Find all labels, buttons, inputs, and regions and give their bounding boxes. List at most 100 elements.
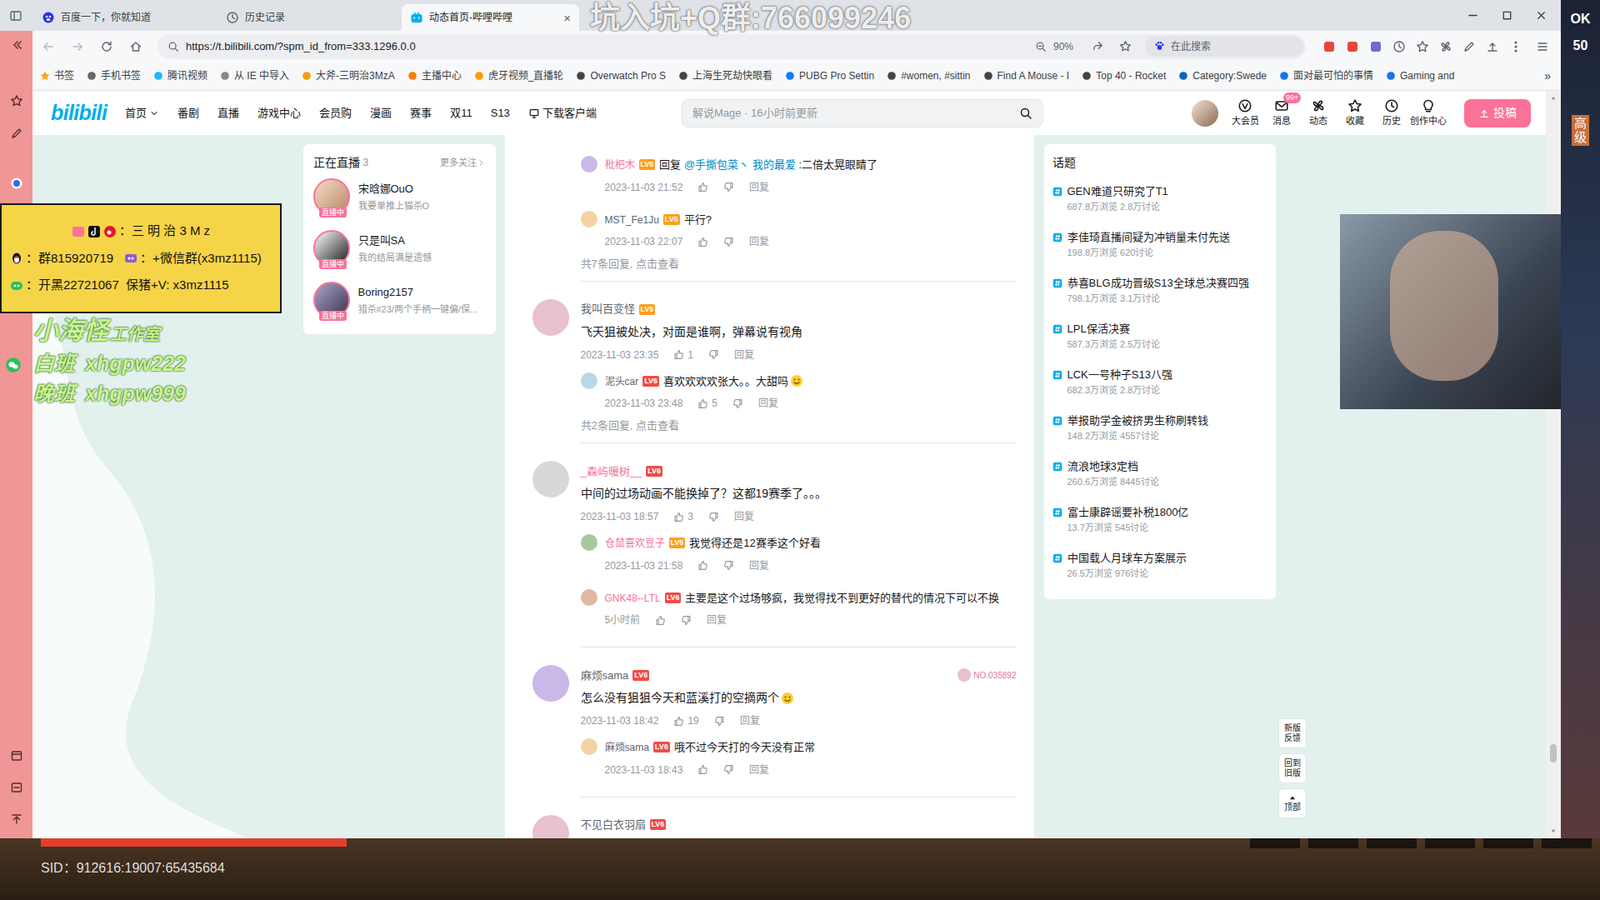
bookmark[interactable]: 从 IE 中导入 (219, 68, 290, 84)
live-item[interactable]: 直播中宋晗娜OuO我要单推上猫杀O (313, 170, 486, 223)
view-more-replies[interactable]: 共7条回复, 点击查看 (580, 254, 1017, 275)
reply-button[interactable]: 回复 (734, 509, 755, 525)
user-name[interactable]: 不见白衣羽扇 (580, 816, 646, 834)
like-button[interactable]: 5 (697, 395, 718, 411)
nav-item[interactable]: 首页 (125, 105, 160, 122)
reply-avatar[interactable] (580, 372, 598, 390)
pin-top-icon[interactable] (10, 812, 24, 826)
reply-button[interactable]: 回复 (749, 180, 770, 195)
user-avatar[interactable] (1190, 98, 1220, 129)
nav-label[interactable]: 直播 (217, 105, 240, 122)
streamer-name[interactable]: Boring2157 (358, 284, 479, 301)
nav-label[interactable]: 会员购 (319, 105, 352, 122)
bookmark[interactable]: 大斧-三明治3MzA (300, 68, 395, 84)
header-icon-button[interactable]: 大会员 (1226, 98, 1264, 129)
bookmark-label[interactable]: PUBG Pro Settin (799, 68, 875, 84)
bookmark-label[interactable]: 面对最可怕的事情 (1293, 68, 1374, 84)
bookmark[interactable]: PUBG Pro Settin (784, 68, 875, 84)
bookmark-star-icon[interactable] (1119, 40, 1132, 53)
bookmark[interactable]: #women, #sittin (885, 68, 970, 84)
live-item[interactable]: 直播中只是叫SA我的结局满是遗憾 (313, 222, 486, 275)
search-input[interactable] (692, 105, 1013, 122)
comment-avatar[interactable] (532, 460, 570, 498)
scrollbar[interactable] (1545, 90, 1561, 839)
bookmark[interactable]: Category:Swede (1177, 68, 1267, 84)
more-bookmarks[interactable]: » (1544, 67, 1551, 85)
search-icon[interactable] (1019, 106, 1033, 120)
bookmark-label[interactable]: 大斧-三明治3MzA (315, 68, 395, 84)
bookmark[interactable]: 腾讯视频 (152, 68, 208, 84)
chevron-right-icon[interactable] (476, 158, 486, 168)
reply-button[interactable]: 回复 (706, 612, 727, 628)
bookmark-label[interactable]: 主播中心 (421, 68, 462, 84)
like-button[interactable]: 3 (673, 509, 694, 525)
bili-logo[interactable]: bilibili (50, 102, 107, 124)
nav-label[interactable]: 下载客户端 (542, 105, 597, 122)
bookmark[interactable]: Find A Mouse - I (982, 68, 1070, 84)
sidebar-toggle-icon[interactable] (5, 1, 27, 30)
comment-avatar[interactable] (532, 299, 570, 336)
collapse-icon[interactable] (10, 38, 24, 52)
url-field[interactable]: https://t.bilibili.com/?spm_id_from=333.… (157, 34, 1306, 60)
topic-title[interactable]: 流浪地球3定档 (1067, 458, 1139, 475)
bookmark[interactable]: 手机书签 (85, 68, 141, 84)
bookmark[interactable]: Overwatch Pro S (575, 68, 666, 84)
thumb-down-icon[interactable] (680, 615, 692, 626)
bookmark[interactable]: 书签 (39, 68, 75, 84)
thumb-down-icon[interactable] (714, 715, 725, 727)
live-item[interactable]: 直播中Boring2157猎杀#23/两个手柄一键偏/保... (313, 274, 486, 326)
topic-item[interactable]: LPL保活决赛587.3万浏览 2.5万讨论 (1052, 316, 1268, 363)
reply-avatar[interactable] (580, 589, 598, 606)
reply-button[interactable]: 回复 (749, 762, 770, 778)
bookmark-label[interactable]: #women, #sittin (900, 68, 970, 84)
bookmark[interactable]: 主播中心 (406, 68, 462, 84)
extension-icon[interactable] (1439, 40, 1453, 54)
thumb-down-icon[interactable] (723, 560, 735, 571)
window-icon[interactable] (10, 749, 24, 763)
like-button[interactable] (697, 764, 709, 775)
nav-label[interactable]: 番剧 (177, 105, 200, 122)
thumb-down-icon[interactable] (723, 764, 735, 775)
topic-item[interactable]: LCK一号种子S13八强682.3万浏览 2.8万讨论 (1052, 362, 1268, 409)
bookmark-label[interactable]: 手机书签 (100, 68, 141, 84)
user-name[interactable]: 麻烦sama (580, 667, 630, 685)
reply-button[interactable]: 回复 (758, 395, 779, 411)
like-button[interactable]: 1 (673, 347, 694, 363)
bookmark[interactable]: Top 40 - Rocket (1080, 68, 1166, 84)
thumb-down-icon[interactable] (723, 181, 735, 193)
view-more-replies[interactable]: 共2条回复, 点击查看 (580, 415, 1017, 436)
bookmark[interactable]: Gaming and (1385, 68, 1455, 84)
zoom-level[interactable]: 90% (1053, 39, 1074, 55)
reload-icon[interactable] (100, 40, 114, 54)
streamer-name[interactable]: 只是叫SA (358, 232, 432, 250)
nav-label[interactable]: S13 (490, 105, 510, 122)
nav-label[interactable]: 赛事 (410, 105, 432, 122)
topic-item[interactable]: 中国载人月球车方案展示26.5万浏览 976讨论 (1052, 545, 1268, 592)
zoom-icon[interactable] (1035, 40, 1047, 53)
header-icon-button[interactable]: 创作中心 (1410, 98, 1447, 129)
floating-button[interactable]: 新版反馈 (1278, 718, 1307, 749)
reply-button[interactable]: 回复 (749, 234, 770, 250)
user-name[interactable]: 枇杷木 (605, 159, 635, 171)
bookmark-label[interactable]: Gaming and (1400, 68, 1455, 84)
nav-item[interactable]: 游戏中心 (257, 105, 301, 122)
topic-title[interactable]: GEN难道只研究了T1 (1067, 183, 1169, 200)
bookmark-label[interactable]: 腾讯视频 (167, 68, 208, 84)
tab-close-button[interactable]: × (563, 11, 571, 25)
comment-avatar[interactable] (532, 665, 570, 702)
topic-item[interactable]: GEN难道只研究了T1687.8万浏览 2.8万讨论 (1052, 179, 1268, 225)
browser-tab[interactable]: 动态首页-哔哩哔哩× (401, 4, 580, 31)
upload-label[interactable]: 投稿 (1493, 104, 1517, 122)
extension-icon[interactable] (1485, 40, 1500, 54)
floating-button[interactable]: 顶部 (1278, 788, 1307, 819)
nav-label[interactable]: 游戏中心 (257, 105, 301, 122)
scroll-thumb[interactable] (1550, 744, 1557, 763)
bookmark-label[interactable]: 虎牙视频_直播轮 (488, 68, 565, 84)
notes-icon[interactable] (10, 126, 24, 140)
home-icon[interactable] (129, 40, 143, 54)
topic-title[interactable]: LPL保活决赛 (1067, 320, 1130, 338)
bookmark-label[interactable]: Top 40 - Rocket (1095, 68, 1166, 84)
header-icon-button[interactable]: 收藏 (1336, 98, 1374, 129)
nav-item[interactable]: 直播 (217, 105, 240, 122)
topic-title[interactable]: 李佳琦直播间疑为冲销量未付先送 (1067, 229, 1230, 246)
